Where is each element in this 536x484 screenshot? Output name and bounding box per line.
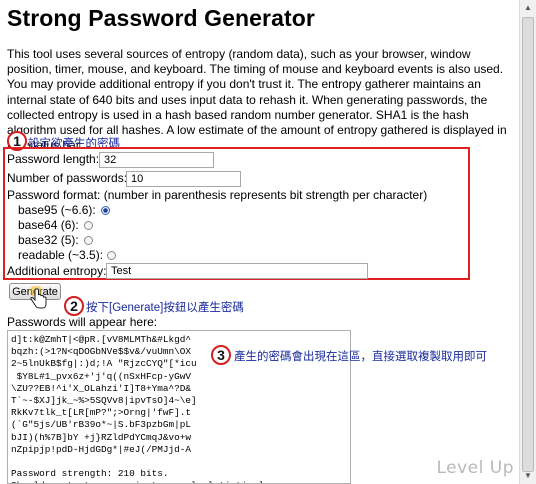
additional-entropy-input[interactable] xyxy=(106,263,368,279)
additional-entropy-label: Additional entropy: xyxy=(7,264,107,278)
format-base64-radio[interactable] xyxy=(84,221,93,230)
format-base64-label: base64 (6): xyxy=(18,218,79,232)
format-base32-label: base32 (5): xyxy=(18,233,79,247)
format-base95-radio[interactable] xyxy=(101,206,110,215)
scroll-down-arrow-icon[interactable]: ▼ xyxy=(522,470,534,482)
password-format-label: Password format: (number in parenthesis … xyxy=(7,188,428,202)
page-content: Strong Password Generator This tool uses… xyxy=(0,0,518,484)
step-3-caption: 產生的密碼會出現在這區，直接選取複製取用即可 xyxy=(234,351,487,363)
format-readable-radio[interactable] xyxy=(107,251,116,260)
page-title: Strong Password Generator xyxy=(7,5,315,31)
passwords-output-label: Passwords will appear here: xyxy=(7,315,158,329)
format-base95-label: base95 (~6.6): xyxy=(18,203,96,217)
password-length-input[interactable] xyxy=(99,152,214,168)
scroll-up-arrow-icon[interactable]: ▲ xyxy=(522,2,534,14)
format-readable-label: readable (~3.5): xyxy=(18,248,104,262)
vertical-scrollbar[interactable]: ▲ ▼ xyxy=(519,0,536,484)
scrollbar-thumb[interactable] xyxy=(522,17,534,472)
number-of-passwords-input[interactable] xyxy=(126,171,241,187)
format-base32-radio[interactable] xyxy=(84,236,93,245)
number-of-passwords-label: Number of passwords: xyxy=(7,171,128,185)
hand-cursor-icon xyxy=(30,286,47,309)
step-2-caption: 按下[Generate]按鈕以產生密碼 xyxy=(86,302,244,314)
step-3-marker: 3 xyxy=(211,345,231,365)
watermark: Level Up xyxy=(436,458,514,478)
step-2-marker: 2 xyxy=(64,296,84,316)
password-length-label: Password length: xyxy=(7,152,100,166)
